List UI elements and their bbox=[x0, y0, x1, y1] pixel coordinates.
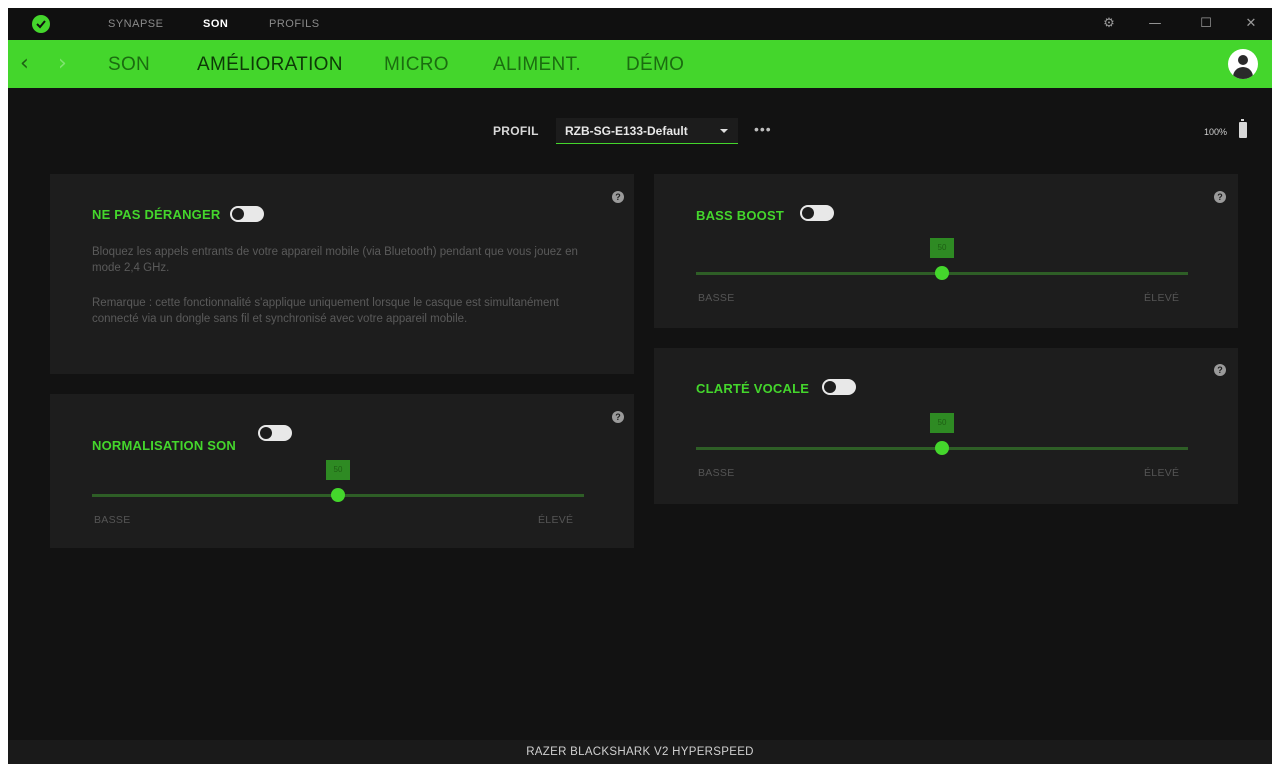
slider-low-label: BASSE bbox=[698, 467, 735, 479]
slider-thumb[interactable] bbox=[935, 266, 949, 280]
bass-boost-title: BASS BOOST bbox=[696, 208, 784, 223]
help-icon[interactable]: ? bbox=[1214, 191, 1226, 203]
voice-clarity-slider[interactable]: 50 bbox=[696, 413, 1188, 455]
sound-normalization-panel: ? NORMALISATION SON 50 BASSE ÉLEVÉ bbox=[50, 394, 634, 548]
help-icon[interactable]: ? bbox=[1214, 364, 1226, 376]
profile-selected-value: RZB-SG-E133-Default bbox=[565, 124, 688, 138]
profile-more-button[interactable]: ••• bbox=[754, 121, 772, 137]
slider-high-label: ÉLEVÉ bbox=[1144, 467, 1180, 479]
do-not-disturb-description: Bloquez les appels entrants de votre app… bbox=[92, 246, 578, 274]
slider-value-badge: 50 bbox=[930, 238, 954, 258]
do-not-disturb-toggle[interactable] bbox=[230, 206, 264, 222]
slider-low-label: BASSE bbox=[94, 514, 131, 526]
toggle-knob bbox=[232, 208, 244, 220]
help-icon[interactable]: ? bbox=[612, 411, 624, 423]
top-tab-profils[interactable]: PROFILS bbox=[269, 18, 320, 30]
profile-dropdown[interactable]: RZB-SG-E133-Default bbox=[556, 118, 738, 144]
settings-icon[interactable]: ⚙ bbox=[1099, 14, 1119, 34]
slider-low-label: BASSE bbox=[698, 292, 735, 304]
section-nav-bar: ‹ › SON AMÉLIORATION MICRO ALIMENT. DÉMO bbox=[8, 40, 1272, 88]
avatar[interactable] bbox=[1228, 49, 1258, 79]
close-icon[interactable]: ✕ bbox=[1241, 14, 1261, 34]
minimize-icon[interactable]: — bbox=[1145, 14, 1165, 34]
chevron-down-icon bbox=[720, 129, 728, 133]
slider-value-badge: 50 bbox=[326, 460, 350, 480]
top-tab-synapse[interactable]: SYNAPSE bbox=[108, 18, 163, 30]
battery-percentage: 100% bbox=[1204, 127, 1228, 137]
toggle-knob bbox=[802, 207, 814, 219]
toggle-knob bbox=[824, 381, 836, 393]
tab-amelioration[interactable]: AMÉLIORATION bbox=[197, 54, 343, 76]
device-name: RAZER BLACKSHARK V2 HYPERSPEED bbox=[526, 746, 754, 758]
slider-high-label: ÉLEVÉ bbox=[538, 514, 574, 526]
avatar-head-icon bbox=[1238, 55, 1248, 65]
profile-label: PROFIL bbox=[493, 124, 539, 138]
maximize-icon[interactable]: ☐ bbox=[1196, 14, 1216, 34]
tab-micro[interactable]: MICRO bbox=[384, 54, 449, 76]
bass-boost-toggle[interactable] bbox=[800, 205, 834, 221]
bass-boost-slider[interactable]: 50 bbox=[696, 238, 1188, 280]
slider-thumb[interactable] bbox=[935, 441, 949, 455]
sound-normalization-title: NORMALISATION SON bbox=[92, 438, 236, 453]
bass-boost-panel: ? BASS BOOST 50 BASSE ÉLEVÉ bbox=[654, 174, 1238, 328]
voice-clarity-title: CLARTÉ VOCALE bbox=[696, 381, 810, 396]
voice-clarity-panel: ? CLARTÉ VOCALE 50 BASSE ÉLEVÉ bbox=[654, 348, 1238, 504]
slider-thumb[interactable] bbox=[331, 488, 345, 502]
tab-aliment[interactable]: ALIMENT. bbox=[493, 54, 581, 76]
help-icon[interactable]: ? bbox=[612, 191, 624, 203]
sound-normalization-slider[interactable]: 50 bbox=[92, 460, 584, 502]
do-not-disturb-title: NE PAS DÉRANGER bbox=[92, 207, 221, 222]
avatar-body-icon bbox=[1233, 67, 1253, 79]
app-window: SYNAPSE SON PROFILS ⚙ — ☐ ✕ ‹ › SON AMÉL… bbox=[8, 8, 1272, 764]
voice-clarity-toggle[interactable] bbox=[822, 379, 856, 395]
battery-icon bbox=[1239, 119, 1247, 138]
top-tab-son[interactable]: SON bbox=[203, 18, 228, 30]
razer-logo-icon bbox=[32, 15, 50, 33]
slider-value-badge: 50 bbox=[930, 413, 954, 433]
do-not-disturb-panel: ? NE PAS DÉRANGER Bloquez les appels ent… bbox=[50, 174, 634, 374]
tab-demo[interactable]: DÉMO bbox=[626, 54, 684, 76]
sound-normalization-toggle[interactable] bbox=[258, 425, 292, 441]
title-bar: SYNAPSE SON PROFILS ⚙ — ☐ ✕ bbox=[8, 8, 1272, 40]
tab-son[interactable]: SON bbox=[108, 54, 150, 76]
slider-high-label: ÉLEVÉ bbox=[1144, 292, 1180, 304]
forward-arrow-icon[interactable]: › bbox=[58, 52, 67, 76]
toggle-knob bbox=[260, 427, 272, 439]
back-arrow-icon[interactable]: ‹ bbox=[20, 52, 29, 76]
do-not-disturb-note: Remarque : cette fonctionnalité s'appliq… bbox=[92, 297, 559, 325]
status-bar: RAZER BLACKSHARK V2 HYPERSPEED bbox=[8, 740, 1272, 764]
